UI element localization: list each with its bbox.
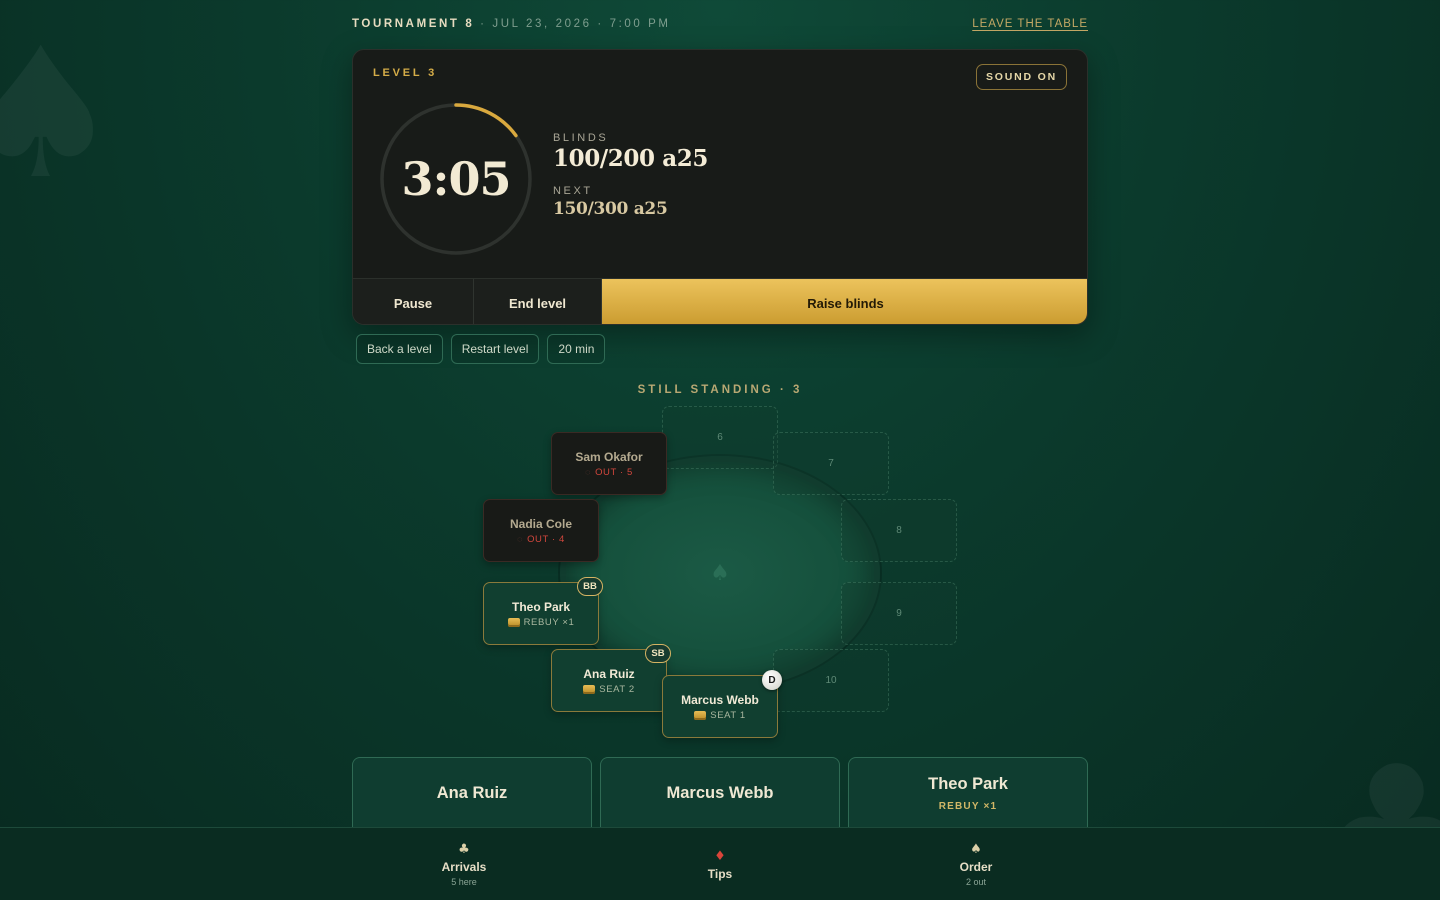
club-icon: ♣ xyxy=(458,842,470,857)
seat-player-name: Nadia Cole xyxy=(509,516,572,531)
seat-status: REBUY ×1 xyxy=(523,616,575,628)
pause-button[interactable]: Pause xyxy=(353,279,474,324)
spade-icon: ♠ xyxy=(970,842,982,857)
sound-toggle-button[interactable]: SOUND ON xyxy=(976,64,1067,90)
seat-player-name: Marcus Webb xyxy=(681,692,759,707)
seat-status: OUT · 4 xyxy=(527,533,565,545)
seat-1-marcus-webb[interactable]: Marcus Webb SEAT 1 xyxy=(662,675,778,738)
seat-status: SEAT 2 xyxy=(599,683,635,695)
blinds-info: BLINDS 100/200 a25 NEXT 150/300 a25 xyxy=(553,132,708,219)
top-bar: TOURNAMENT 8 · JUL 23, 2026 · 7:00 PM LE… xyxy=(352,14,1088,34)
blinds-value: 100/200 a25 xyxy=(553,145,708,172)
player-card-name: Theo Park xyxy=(928,775,1008,793)
seat-4-out[interactable]: Nadia Cole ◌ OUT · 4 xyxy=(483,499,599,562)
leave-table-link[interactable]: LEAVE THE TABLE xyxy=(972,18,1088,30)
nav-sub: 5 here xyxy=(451,877,477,887)
countdown-clock: 3:05 xyxy=(401,152,511,206)
chip-stack-icon xyxy=(583,684,596,694)
background-spade-icon: ♠ xyxy=(0,10,122,219)
level-label: LEVEL 3 xyxy=(373,67,438,79)
player-card-marcus-webb[interactable]: Marcus Webb xyxy=(600,757,840,829)
nav-label: Arrivals xyxy=(441,860,487,874)
tournament-name: TOURNAMENT 8 xyxy=(352,18,475,30)
nav-label: Tips xyxy=(707,866,733,881)
chip-stack-icon xyxy=(507,617,520,627)
diamond-icon: ♦ xyxy=(714,848,726,864)
seat-player-name: Sam Okafor xyxy=(575,449,643,464)
seat-number: 7 xyxy=(828,458,834,469)
player-card-name: Marcus Webb xyxy=(666,784,774,802)
big-blind-badge: BB xyxy=(577,577,603,596)
nav-sub: 2 out xyxy=(965,877,987,887)
small-blind-badge: SB xyxy=(645,644,671,663)
seat-player-name: Theo Park xyxy=(511,599,571,614)
player-card-theo-park[interactable]: Theo Park REBUY ×1 xyxy=(848,757,1088,829)
back-level-button[interactable]: Back a level xyxy=(356,334,443,364)
nav-arrivals[interactable]: ♣ Arrivals 5 here xyxy=(384,828,544,900)
next-label: NEXT xyxy=(553,185,593,197)
chip-stack-icon xyxy=(694,710,707,720)
still-standing-heading: STILL STANDING · 3 xyxy=(637,384,803,396)
nav-order[interactable]: ♠ Order 2 out xyxy=(896,828,1056,900)
player-card-name: Ana Ruiz xyxy=(436,784,508,802)
restart-level-button[interactable]: Restart level xyxy=(450,334,540,364)
nav-label: Order xyxy=(959,860,993,874)
seat-8-empty[interactable]: 8 xyxy=(841,499,957,562)
raise-blinds-button[interactable]: Raise blinds xyxy=(602,279,1087,324)
tournament-breadcrumb: TOURNAMENT 8 · JUL 23, 2026 · 7:00 PM xyxy=(352,18,671,30)
seat-5-out[interactable]: Sam Okafor ◌ OUT · 5 xyxy=(551,432,667,495)
bottom-nav: ♣ Arrivals 5 here ♦ Tips ♠ Order 2 out xyxy=(0,827,1440,900)
seat-number: 9 xyxy=(896,608,902,619)
seat-10-empty[interactable]: 10 xyxy=(773,649,889,712)
nav-tips[interactable]: ♦ Tips xyxy=(640,828,800,900)
active-player-cards: Ana Ruiz Marcus Webb Theo Park REBUY ×1 xyxy=(352,757,1088,829)
seat-9-empty[interactable]: 9 xyxy=(841,582,957,645)
timer-actions: Pause End level Raise blinds xyxy=(353,278,1087,324)
seat-6-empty[interactable]: 6 xyxy=(662,406,778,469)
blinds-label: BLINDS xyxy=(553,132,609,144)
countdown-ring: 3:05 xyxy=(379,102,533,256)
level-timer-card: LEVEL 3 SOUND ON 3:05 BLINDS 100/200 a25… xyxy=(352,49,1088,325)
seat-status: SEAT 1 xyxy=(710,709,746,721)
seat-status: OUT · 5 xyxy=(595,466,633,478)
end-level-button[interactable]: End level xyxy=(474,279,602,324)
level-duration-button[interactable]: 20 min xyxy=(547,334,606,364)
player-card-rebuy: REBUY ×1 xyxy=(938,801,998,812)
next-blinds-value: 150/300 a25 xyxy=(553,199,668,219)
busted-chips-icon: ◌ xyxy=(585,467,592,477)
busted-chips-icon: ◌ xyxy=(517,534,524,544)
seat-number: 10 xyxy=(825,675,837,686)
seat-7-empty[interactable]: 7 xyxy=(773,432,889,495)
seat-player-name: Ana Ruiz xyxy=(583,666,635,681)
player-card-ana-ruiz[interactable]: Ana Ruiz xyxy=(352,757,592,829)
seat-number: 6 xyxy=(717,432,723,443)
seat-number: 8 xyxy=(896,525,902,536)
dealer-button: D xyxy=(762,670,782,690)
level-sub-controls: Back a level Restart level 20 min xyxy=(356,334,606,364)
tournament-datetime: · JUL 23, 2026 · 7:00 PM xyxy=(480,18,671,30)
